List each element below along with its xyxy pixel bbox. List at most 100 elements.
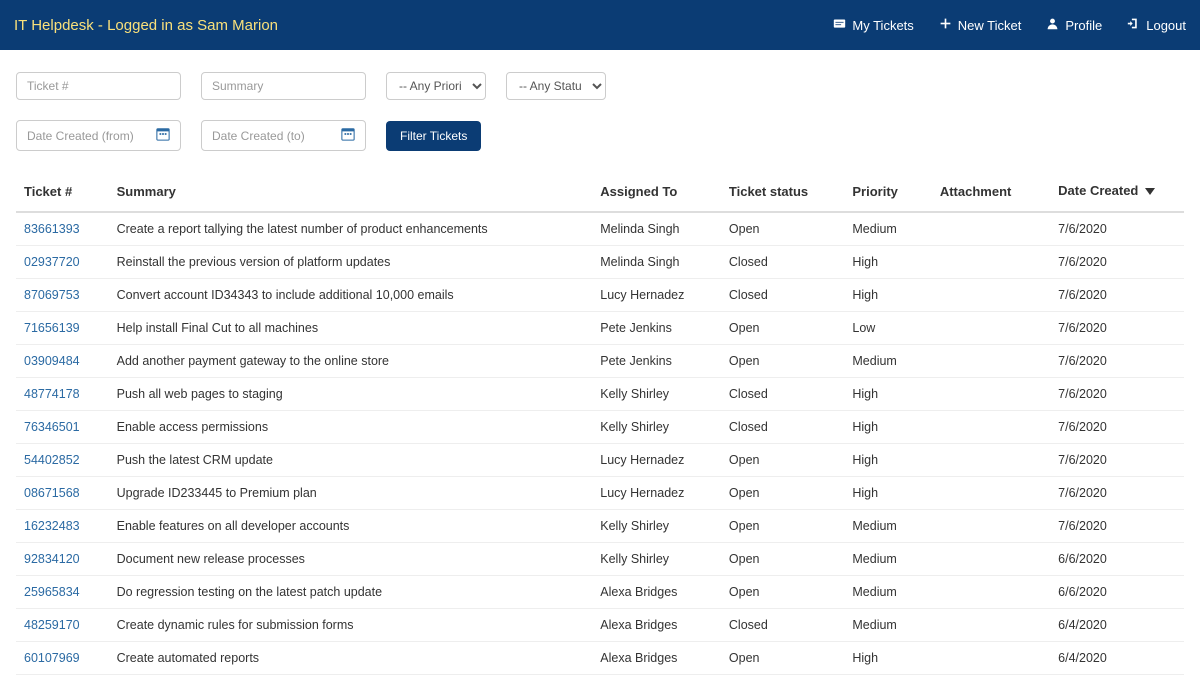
cell-summary: Enable features on all developer account… [109,510,593,543]
cell-assigned: Melinda Singh [592,246,721,279]
filter-row-2: Date Created (from) Date Created (to) Fi… [16,120,1184,151]
cell-priority: Medium [844,609,931,642]
cell-summary: Enable access permissions [109,411,593,444]
cell-summary: Create automated reports [109,642,593,675]
cell-priority: Medium [844,510,931,543]
cell-priority: High [844,246,931,279]
status-select[interactable]: -- Any Status -- [506,72,606,100]
table-row: 08671568Upgrade ID233445 to Premium plan… [16,477,1184,510]
cell-priority: Medium [844,543,931,576]
nav-my-tickets[interactable]: My Tickets [833,17,913,33]
cell-status: Closed [721,378,844,411]
cell-attachment [932,246,1050,279]
plus-icon [939,17,952,33]
cell-date: 7/6/2020 [1050,411,1184,444]
th-summary[interactable]: Summary [109,171,593,212]
cell-attachment [932,212,1050,246]
cell-priority: High [844,477,931,510]
ticket-link[interactable]: 60107969 [24,651,80,665]
nav-logout-label: Logout [1146,18,1186,33]
table-row: 60107969 Create automated reportsAlexa Br… [16,642,1184,675]
cell-date: 6/4/2020 [1050,642,1184,675]
date-to-input[interactable]: Date Created (to) [201,120,366,151]
nav-new-ticket[interactable]: New Ticket [939,17,1022,33]
cell-date: 7/6/2020 [1050,510,1184,543]
date-from-input[interactable]: Date Created (from) [16,120,181,151]
sort-desc-icon [1145,184,1155,199]
cell-assigned: Alexa Bridges [592,576,721,609]
th-assigned[interactable]: Assigned To [592,171,721,212]
cell-priority: High [844,444,931,477]
filter-tickets-button[interactable]: Filter Tickets [386,121,481,151]
date-to-placeholder: Date Created (to) [212,129,305,143]
ticket-link[interactable]: 71656139 [24,321,80,335]
cell-summary: Do regression testing on the latest patc… [109,576,593,609]
ticket-link[interactable]: 48259170 [24,618,80,632]
cell-date: 7/6/2020 [1050,212,1184,246]
cell-summary: Convert account ID34343 to include addit… [109,279,593,312]
nav-my-tickets-label: My Tickets [852,18,913,33]
cell-attachment [932,378,1050,411]
cell-status: Closed [721,411,844,444]
cell-attachment [932,279,1050,312]
priority-select[interactable]: -- Any Priority -- [386,72,486,100]
cell-attachment [932,444,1050,477]
logout-icon [1127,17,1140,33]
cell-priority: High [844,411,931,444]
cell-date: 7/6/2020 [1050,378,1184,411]
ticket-link[interactable]: 02937720 [24,255,80,269]
summary-input[interactable] [201,72,366,100]
ticket-link[interactable]: 03909484 [24,354,80,368]
cell-date: 6/6/2020 [1050,576,1184,609]
table-row: 03909484Add another payment gateway to t… [16,345,1184,378]
cell-status: Open [721,477,844,510]
th-attachment[interactable]: Attachment [932,171,1050,212]
cell-attachment [932,576,1050,609]
th-date[interactable]: Date Created [1050,171,1184,212]
cell-status: Closed [721,246,844,279]
cell-priority: Medium [844,576,931,609]
ticket-link[interactable]: 87069753 [24,288,80,302]
cell-assigned: Pete Jenkins [592,345,721,378]
cell-status: Open [721,642,844,675]
ticket-link[interactable]: 76346501 [24,420,80,434]
th-status[interactable]: Ticket status [721,171,844,212]
cell-summary: Document new release processes [109,543,593,576]
ticket-link[interactable]: 08671568 [24,486,80,500]
cell-date: 7/6/2020 [1050,312,1184,345]
nav-logout[interactable]: Logout [1127,17,1186,33]
cell-summary: Push all web pages to staging [109,378,593,411]
date-from-placeholder: Date Created (from) [27,129,134,143]
cell-assigned: Alexa Bridges [592,609,721,642]
cell-assigned: Alexa Bridges [592,642,721,675]
cell-status: Open [721,510,844,543]
ticket-link[interactable]: 83661393 [24,222,80,236]
table-row: 16232483 Enable features on all developer… [16,510,1184,543]
cell-attachment [932,477,1050,510]
cell-summary: Help install Final Cut to all machines [109,312,593,345]
ticket-link[interactable]: 25965834 [24,585,80,599]
table-row: 48259170Create dynamic rules for submiss… [16,609,1184,642]
nav-new-ticket-label: New Ticket [958,18,1022,33]
cell-date: 7/6/2020 [1050,477,1184,510]
cell-priority: High [844,378,931,411]
ticket-link[interactable]: 16232483 [24,519,80,533]
table-row: 02937720Reinstall the previous version o… [16,246,1184,279]
th-ticket[interactable]: Ticket # [16,171,109,212]
ticket-link[interactable]: 92834120 [24,552,80,566]
cell-date: 7/6/2020 [1050,246,1184,279]
ticket-number-input[interactable] [16,72,181,100]
table-row: 83661393 Create a report tallying the lat… [16,212,1184,246]
tickets-table: Ticket # Summary Assigned To Ticket stat… [16,171,1184,675]
cell-priority: High [844,279,931,312]
ticket-link[interactable]: 54402852 [24,453,80,467]
cell-date: 7/6/2020 [1050,345,1184,378]
navbar: IT Helpdesk - Logged in as Sam Marion My… [0,0,1200,50]
nav-profile[interactable]: Profile [1046,17,1102,33]
ticket-link[interactable]: 48774178 [24,387,80,401]
th-priority[interactable]: Priority [844,171,931,212]
cell-date: 6/6/2020 [1050,543,1184,576]
cell-summary: Create a report tallying the latest numb… [109,212,593,246]
tickets-table-container: Ticket # Summary Assigned To Ticket stat… [0,161,1200,685]
table-row: 92834120Document new release processesKe… [16,543,1184,576]
